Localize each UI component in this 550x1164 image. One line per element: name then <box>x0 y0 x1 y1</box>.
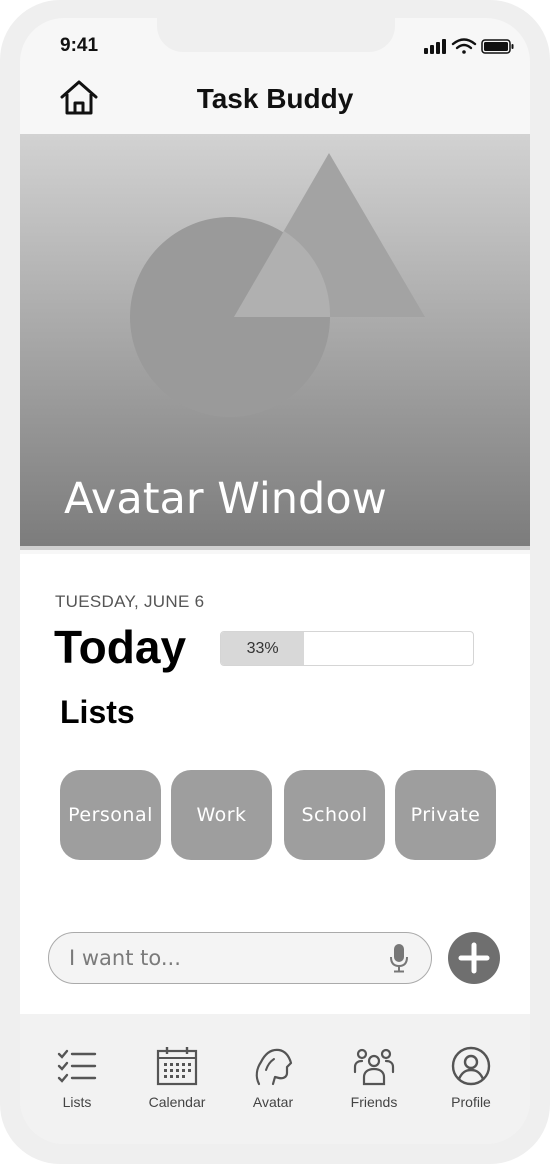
list-button-personal[interactable]: Personal <box>60 770 161 860</box>
date-label: TUESDAY, JUNE 6 <box>55 592 205 611</box>
today-heading: Today <box>54 621 187 673</box>
tab-label-friends: Friends <box>350 1094 398 1110</box>
tab-calendar[interactable]: Calendar <box>132 1046 222 1126</box>
tab-avatar[interactable]: Avatar <box>228 1046 318 1126</box>
list-button-private[interactable]: Private <box>395 770 496 860</box>
tab-label-avatar: Avatar <box>252 1094 294 1110</box>
task-input[interactable] <box>69 943 369 973</box>
tab-profile[interactable]: Profile <box>426 1046 516 1126</box>
list-icon <box>57 1049 97 1083</box>
tab-label-profile: Profile <box>451 1094 491 1110</box>
app-screen: 9:41 Task Buddy Avatar Window TUESDAY, J… <box>20 18 530 1144</box>
calendar-icon <box>156 1047 198 1086</box>
phone-frame: 9:41 Task Buddy Avatar Window TUESDAY, J… <box>0 0 550 1164</box>
task-input-container <box>48 932 432 984</box>
wifi-icon <box>451 38 477 54</box>
progress-label: 33% <box>246 640 279 657</box>
friends-icon <box>353 1048 395 1086</box>
microphone-icon[interactable] <box>389 943 409 973</box>
list-button-work[interactable]: Work <box>171 770 272 860</box>
avatar-window-title: Avatar Window <box>64 474 387 524</box>
profile-icon <box>451 1046 491 1086</box>
add-task-button[interactable] <box>448 932 500 984</box>
signal-icon <box>424 39 446 54</box>
battery-icon <box>481 39 514 54</box>
page-title: Task Buddy <box>196 83 354 114</box>
tab-label-calendar: Calendar <box>148 1094 206 1110</box>
bottom-tab-bar: Lists Calendar Avatar Friends Profile <box>20 1014 530 1144</box>
daily-progress-bar: 33% <box>220 631 474 666</box>
avatar-window[interactable]: Avatar Window <box>20 134 530 550</box>
device-notch <box>157 18 395 52</box>
avatar-icon <box>255 1048 293 1086</box>
list-button-school[interactable]: School <box>284 770 385 860</box>
plus-icon <box>458 942 490 974</box>
tab-label-lists: Lists <box>62 1094 92 1110</box>
tab-lists[interactable]: Lists <box>32 1046 122 1126</box>
main-content: TUESDAY, JUNE 6 Today 33% Lists Personal… <box>20 554 530 1014</box>
status-icons <box>424 38 514 54</box>
status-time: 9:41 <box>60 35 99 56</box>
lists-heading: Lists <box>60 694 135 730</box>
tab-friends[interactable]: Friends <box>329 1046 419 1126</box>
